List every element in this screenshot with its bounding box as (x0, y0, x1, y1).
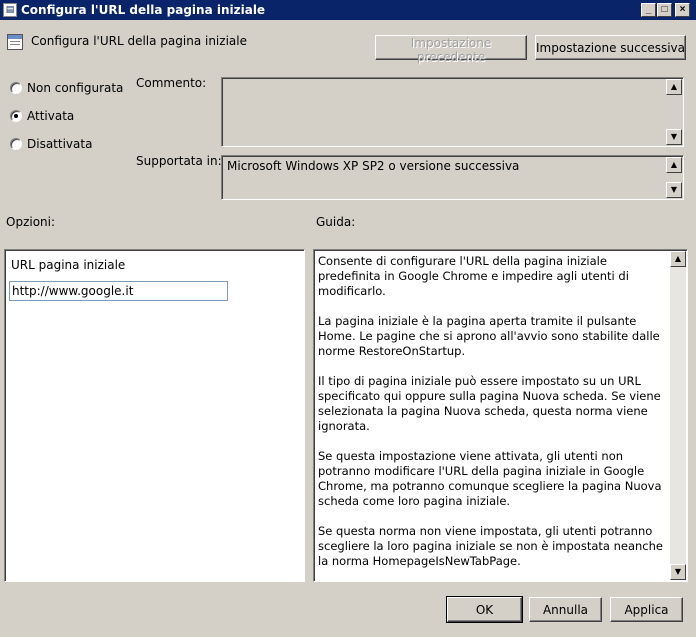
minimize-button[interactable]: _ (641, 3, 656, 17)
scroll-up-icon[interactable]: ▲ (666, 79, 682, 95)
help-text: Consente di configurare l'URL della pagi… (318, 254, 668, 584)
cancel-button[interactable]: Annulla (529, 597, 602, 622)
options-panel: URL pagina iniziale (4, 249, 305, 582)
scroll-down-icon[interactable]: ▼ (670, 564, 686, 580)
radio-circle[interactable] (10, 138, 22, 150)
policy-title: Configura l'URL della pagina iniziale (31, 34, 247, 48)
scroll-up-icon[interactable]: ▲ (666, 157, 682, 173)
help-paragraph: La pagina iniziale è la pagina aperta tr… (318, 314, 660, 358)
supported-label: Supportata in: (136, 154, 222, 168)
radio-enabled[interactable]: Attivata (10, 109, 74, 123)
policy-icon: ▤ (3, 3, 17, 17)
comment-label: Commento: (136, 76, 207, 90)
url-field-label: URL pagina iniziale (11, 258, 126, 272)
help-paragraph: Consente di configurare l'URL della pagi… (318, 254, 629, 298)
help-paragraph: Se questa norma non viene impostata, gli… (318, 524, 663, 568)
radio-label: Non configurata (27, 81, 124, 95)
apply-button[interactable]: Applica (610, 597, 683, 622)
radio-label: Disattivata (27, 137, 93, 151)
comment-textarea[interactable]: ▲ ▼ (221, 77, 684, 147)
previous-setting-button[interactable]: Impostazione precedente (375, 35, 527, 64)
help-label: Guida: (316, 215, 356, 229)
comment-value (222, 78, 683, 84)
help-scrollbar[interactable]: ▲ ▼ (670, 251, 686, 580)
options-label: Opzioni: (6, 215, 56, 229)
scroll-down-icon[interactable]: ▼ (666, 182, 682, 198)
supported-value: Microsoft Windows XP SP2 o versione succ… (227, 159, 520, 173)
help-panel: Consente di configurare l'URL della pagi… (313, 249, 688, 582)
next-setting-button[interactable]: Impostazione successiva (535, 35, 686, 60)
comment-scrollbar[interactable]: ▲ ▼ (666, 79, 682, 145)
homepage-url-input[interactable] (9, 281, 228, 301)
radio-circle[interactable] (10, 82, 22, 94)
scroll-down-icon[interactable]: ▼ (666, 129, 682, 145)
policy-setting-icon (7, 34, 23, 50)
radio-selected-dot (14, 114, 18, 118)
title-bar: ▤ Configura l'URL della pagina iniziale (0, 0, 696, 20)
ok-button[interactable]: OK (446, 596, 523, 623)
close-button[interactable]: × (675, 3, 690, 17)
radio-not-configured[interactable]: Non configurata (10, 81, 123, 95)
radio-disabled[interactable]: Disattivata (10, 137, 92, 151)
radio-label: Attivata (27, 109, 75, 123)
supported-field: Microsoft Windows XP SP2 o versione succ… (221, 155, 684, 200)
maximize-button[interactable]: □ (657, 3, 672, 17)
radio-circle[interactable] (10, 110, 22, 122)
supported-scrollbar[interactable]: ▲ ▼ (666, 157, 682, 198)
window-title: Configura l'URL della pagina iniziale (21, 3, 266, 17)
scroll-up-icon[interactable]: ▲ (670, 251, 686, 267)
help-paragraph: Il tipo di pagina iniziale può essere im… (318, 374, 661, 433)
help-paragraph: Se questa impostazione viene attivata, g… (318, 449, 662, 508)
